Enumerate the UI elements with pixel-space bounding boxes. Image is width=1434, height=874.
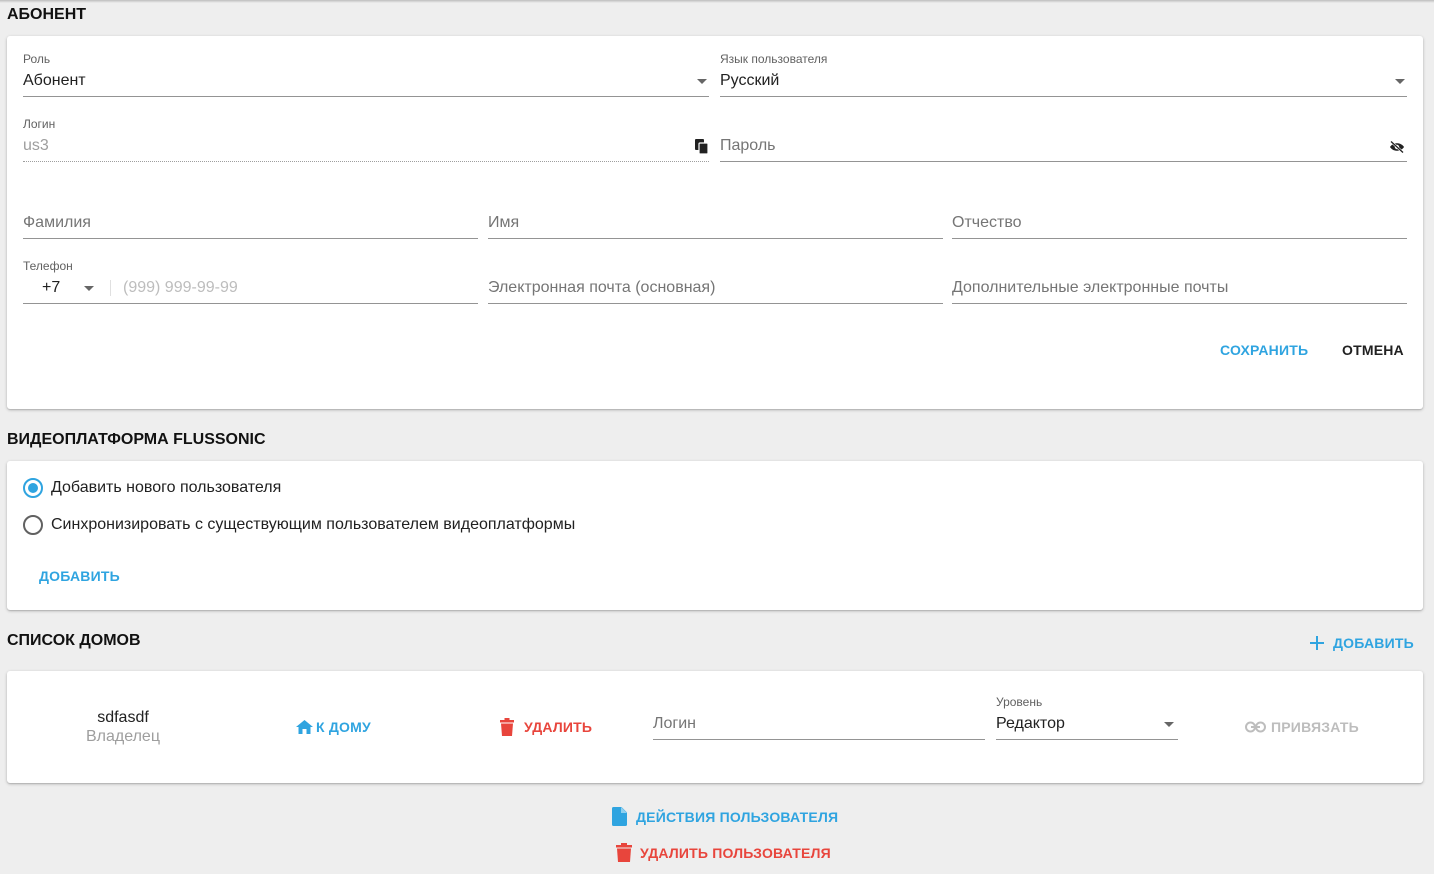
delete-user-button[interactable]: УДАЛИТЬ ПОЛЬЗОВАТЕЛЯ (616, 843, 831, 862)
phone-placeholder[interactable]: (999) 999-99-99 (123, 279, 238, 297)
copy-icon[interactable] (695, 139, 709, 154)
first-name-field[interactable]: Имя (488, 194, 943, 240)
role-underline (23, 96, 709, 97)
first-name-underline (488, 238, 943, 239)
goto-house-label: К ДОМУ (316, 719, 371, 735)
house-role: Владелец (85, 728, 160, 745)
phone-label: Телефон (23, 259, 73, 273)
language-underline (720, 96, 1407, 97)
trash-icon (616, 843, 632, 862)
language-label: Язык пользователя (720, 52, 828, 66)
login-value: us3 (23, 137, 49, 154)
delete-house-label: УДАЛИТЬ (524, 719, 593, 735)
radio-add-new-user[interactable] (23, 478, 43, 498)
house-name: sdfasdf (97, 709, 149, 726)
password-field[interactable]: Пароль (720, 117, 1407, 163)
house-level-value: Редактор (996, 715, 1065, 732)
house-login-field[interactable]: Логин (653, 695, 985, 741)
house-login-underline (653, 739, 985, 740)
login-field[interactable]: Логин us3 (23, 117, 709, 163)
video-platform-card: Добавить нового пользователя Синхронизир… (7, 461, 1423, 610)
middle-name-field[interactable]: Отчество (952, 194, 1407, 240)
house-login-placeholder: Логин (653, 715, 697, 732)
chevron-down-icon (697, 79, 707, 84)
language-value: Русский (720, 72, 780, 89)
middle-name-underline (952, 238, 1407, 239)
house-level-underline (996, 739, 1178, 740)
eye-off-icon[interactable] (1389, 141, 1405, 153)
user-actions-button[interactable]: ДЕЙСТВИЯ ПОЛЬЗОВАТЕЛЯ (612, 807, 838, 826)
house-level-select[interactable]: Уровень Редактор (996, 695, 1178, 741)
delete-user-label: УДАЛИТЬ ПОЛЬЗОВАТЕЛЯ (640, 844, 831, 861)
delete-house-button[interactable]: УДАЛИТЬ (500, 718, 592, 736)
subscriber-card: Роль Абонент Язык пользователя Русский Л… (7, 36, 1423, 409)
chevron-down-icon (1164, 722, 1174, 727)
chevron-down-icon[interactable] (84, 286, 94, 291)
bind-house-label: ПРИВЯЗАТЬ (1271, 719, 1359, 735)
cancel-button[interactable]: ОТМЕНА (1342, 342, 1404, 358)
last-name-placeholder: Фамилия (23, 214, 91, 231)
goto-house-button[interactable]: К ДОМУ (296, 719, 371, 735)
section-title-houses: СПИСОК ДОМОВ (7, 632, 141, 649)
houses-card: sdfasdf Владелец К ДОМУ УДАЛИТЬ Логин Ур… (7, 671, 1423, 783)
section-title-subscriber: АБОНЕНТ (7, 6, 87, 23)
radio-sync-existing-user[interactable] (23, 515, 43, 535)
chevron-down-icon (1395, 79, 1405, 84)
phone-divider (110, 280, 111, 296)
add-video-user-button[interactable]: ДОБАВИТЬ (39, 568, 120, 584)
radio-sync-existing-user-label[interactable]: Синхронизировать с существующим пользова… (51, 516, 575, 534)
role-select[interactable]: Роль Абонент (23, 52, 709, 98)
add-house-button[interactable]: ДОБАВИТЬ (1310, 635, 1414, 651)
last-name-field[interactable]: Фамилия (23, 194, 478, 240)
plus-icon (1310, 636, 1324, 650)
phone-underline (23, 303, 478, 304)
login-label: Логин (23, 117, 56, 131)
first-name-placeholder: Имя (488, 214, 520, 231)
last-name-underline (23, 238, 478, 239)
user-actions-label: ДЕЙСТВИЯ ПОЛЬЗОВАТЕЛЯ (636, 808, 839, 825)
extra-emails-field[interactable]: Дополнительные электронные почты (952, 259, 1407, 305)
role-value: Абонент (23, 72, 86, 89)
login-underline (23, 161, 709, 162)
email-field[interactable]: Электронная почта (основная) (488, 259, 943, 305)
email-underline (488, 303, 943, 304)
password-placeholder: Пароль (720, 137, 776, 154)
middle-name-placeholder: Отчество (952, 214, 1022, 231)
file-icon (612, 807, 627, 826)
home-icon (296, 720, 313, 734)
bind-house-button[interactable]: ПРИВЯЗАТЬ (1245, 719, 1359, 735)
language-select[interactable]: Язык пользователя Русский (720, 52, 1407, 98)
save-button[interactable]: СОХРАНИТЬ (1220, 342, 1308, 358)
radio-add-new-user-label[interactable]: Добавить нового пользователя (51, 479, 281, 497)
phone-field: Телефон +7 (999) 999-99-99 (23, 259, 478, 305)
extra-emails-underline (952, 303, 1407, 304)
link-icon (1245, 721, 1266, 733)
role-label: Роль (23, 52, 51, 66)
house-level-label: Уровень (996, 695, 1043, 709)
password-underline (720, 161, 1407, 162)
top-shadow (0, 0, 1434, 3)
phone-code[interactable]: +7 (42, 279, 60, 297)
section-title-video-platform: ВИДЕОПЛАТФОРМА FLUSSONIC (7, 431, 266, 448)
extra-emails-placeholder: Дополнительные электронные почты (952, 279, 1229, 296)
trash-icon (500, 718, 514, 736)
email-placeholder: Электронная почта (основная) (488, 279, 716, 296)
add-house-label: ДОБАВИТЬ (1333, 635, 1414, 651)
